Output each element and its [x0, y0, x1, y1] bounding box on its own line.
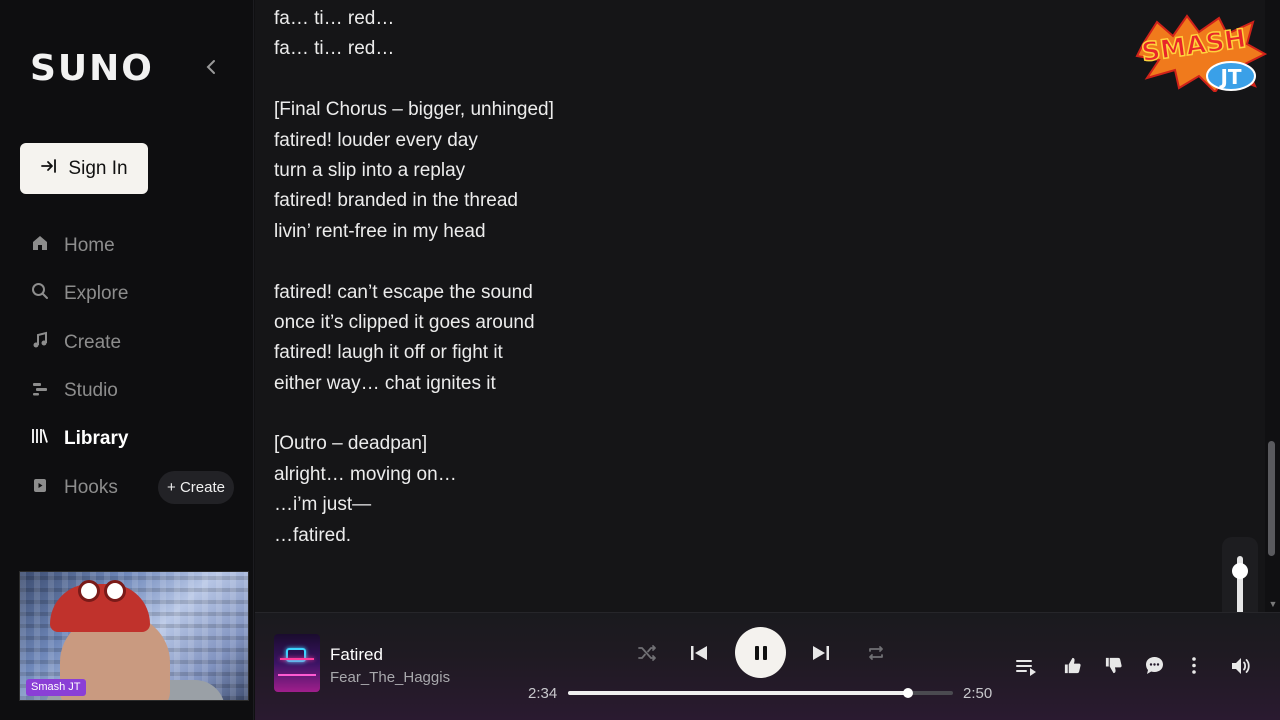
track-title[interactable]: Fatired — [330, 645, 383, 665]
sign-in-icon — [40, 157, 58, 181]
lyric-line: …i’m just— — [274, 494, 372, 516]
lyric-line: fatired! louder every day — [274, 129, 478, 151]
volume-slider-knob[interactable] — [1232, 563, 1248, 579]
sidebar-item-library[interactable]: Library — [30, 415, 240, 463]
scroll-down-icon[interactable]: ▼ — [1266, 597, 1280, 611]
scrollbar-thumb[interactable] — [1268, 441, 1275, 556]
sidebar-item-label: Home — [64, 235, 115, 257]
sidebar-item-label: Library — [64, 428, 129, 450]
lyric-line: once it’s clipped it goes around — [274, 311, 535, 333]
lyric-line: fatired! branded in the thread — [274, 190, 519, 212]
hooks-icon — [30, 475, 50, 501]
lyric-line: fa… ti… red… — [274, 38, 395, 60]
library-icon — [30, 426, 50, 452]
queue-icon[interactable] — [1015, 655, 1039, 677]
svg-text:JT: JT — [1218, 65, 1241, 89]
music-note-icon — [30, 330, 50, 356]
suno-logo[interactable]: SUNO — [30, 48, 154, 89]
thumbs-up-icon[interactable] — [1063, 656, 1082, 675]
sidebar-nav: Home Explore Create Studio Library Hooks — [30, 222, 240, 512]
lyric-line — [274, 399, 874, 429]
previous-track-icon[interactable] — [688, 642, 710, 664]
lyric-line: alright… moving on… — [274, 463, 457, 485]
home-icon — [30, 233, 50, 259]
more-options-icon[interactable] — [1186, 656, 1202, 675]
progress-fill — [568, 691, 909, 695]
sidebar-item-explore[interactable]: Explore — [30, 270, 240, 318]
sidebar-item-label: Explore — [64, 283, 129, 305]
sidebar-item-create[interactable]: Create — [30, 319, 240, 367]
sidebar-item-home[interactable]: Home — [30, 222, 240, 270]
sign-in-label: Sign In — [68, 157, 128, 179]
lyrics-text: fa… ti… red… fa… ti… red… [Final Chorus … — [274, 4, 874, 551]
lyric-line: [Final Chorus – bigger, unhinged] — [274, 99, 554, 121]
shuffle-icon[interactable] — [636, 642, 658, 664]
volume-icon[interactable] — [1229, 655, 1251, 677]
lyrics-panel: fa… ti… red… fa… ti… red… [Final Chorus … — [255, 0, 1265, 612]
hooks-create-button[interactable]: + Create — [158, 471, 234, 504]
sidebar-item-studio[interactable]: Studio — [30, 367, 240, 415]
smash-jt-logo: SMASH JT — [1135, 14, 1267, 92]
lyric-line: livin’ rent-free in my head — [274, 220, 486, 242]
sign-in-button[interactable]: Sign In — [20, 143, 148, 194]
album-art[interactable] — [274, 634, 320, 692]
track-artist[interactable]: Fear_The_Haggis — [330, 669, 450, 686]
studio-icon — [30, 378, 50, 404]
chevron-left-icon[interactable] — [202, 56, 220, 78]
lyric-line — [274, 247, 874, 277]
webcam-tag: Smash JT — [26, 679, 86, 696]
pause-icon — [754, 645, 767, 660]
lyric-line: …fatired. — [274, 524, 352, 546]
search-icon — [30, 281, 50, 307]
lyric-line: turn a slip into a replay — [274, 159, 466, 181]
pause-button[interactable] — [735, 627, 786, 678]
sidebar-item-label: Hooks — [64, 476, 118, 498]
lyric-line: either way… chat ignites it — [274, 372, 496, 394]
next-track-icon[interactable] — [810, 642, 832, 664]
repeat-icon[interactable] — [865, 642, 887, 664]
sidebar-item-label: Studio — [64, 380, 118, 402]
thumbs-down-icon[interactable] — [1104, 656, 1123, 675]
lyric-line: fa… ti… red… — [274, 8, 395, 29]
comment-icon[interactable] — [1144, 655, 1165, 676]
sidebar-item-label: Create — [64, 331, 122, 353]
lyric-line: fatired! can’t escape the sound — [274, 281, 533, 303]
lyric-line: [Outro – deadpan] — [274, 433, 428, 455]
lyric-line — [274, 65, 874, 95]
lyric-line: fatired! laugh it off or fight it — [274, 342, 503, 364]
current-time: 2:34 — [528, 685, 558, 702]
total-time: 2:50 — [963, 685, 993, 702]
progress-bar[interactable] — [568, 688, 953, 698]
